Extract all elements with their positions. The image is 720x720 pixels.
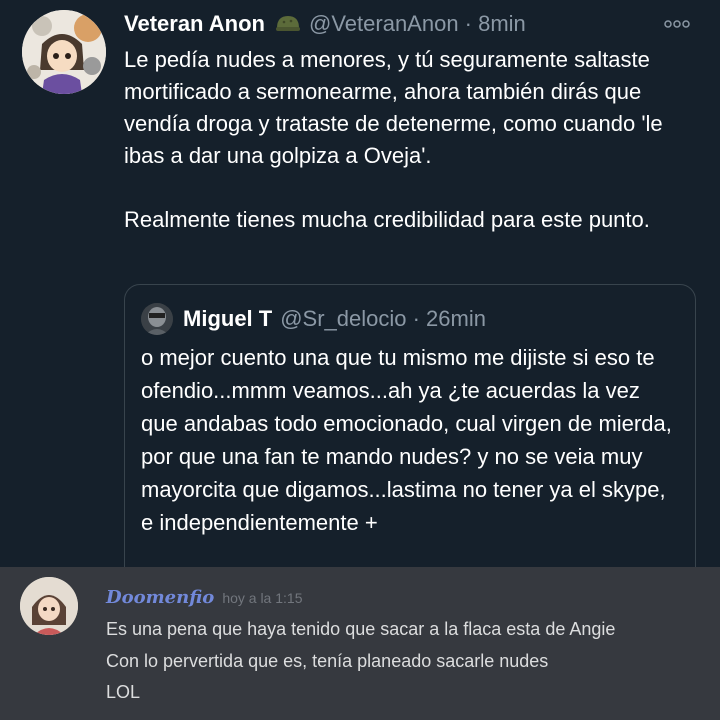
more-options-icon[interactable] [664, 12, 690, 35]
discord-message-line: Es una pena que haya tenido que sacar a … [106, 619, 616, 639]
author-avatar[interactable] [22, 10, 106, 94]
military-helmet-icon [276, 16, 300, 31]
discord-username[interactable]: Doomenfio [106, 587, 214, 608]
quoted-author-handle-time[interactable]: @Sr_delocio · 26min [280, 306, 486, 332]
quoted-tweet-text: o mejor cuento una que tu mismo me dijis… [141, 345, 672, 535]
author-handle-time[interactable]: @VeteranAnon · 8min [309, 11, 526, 37]
quoted-author-avatar[interactable] [141, 303, 173, 335]
tweet: Veteran Anon @VeteranAnon · 8min Le pedí… [0, 0, 720, 596]
discord-message-line: LOL [106, 682, 141, 702]
discord-message: Doomenfio hoy a la 1:15 Es una pena que … [0, 567, 720, 720]
discord-message-header: Doomenfio hoy a la 1:15 [106, 587, 302, 608]
discord-message-line: Con lo pervertida que es, tenía planeado… [106, 651, 549, 671]
quoted-tweet-header: Miguel T @Sr_delocio · 26min [141, 303, 486, 335]
tweet-paragraph: Le pedía nudes a menores, y tú seguramen… [124, 47, 663, 168]
discord-user-avatar[interactable] [20, 577, 78, 635]
quoted-author-name[interactable]: Miguel T [183, 306, 272, 332]
tweet-paragraph: Realmente tienes mucha credibilidad para… [124, 207, 650, 232]
author-name[interactable]: Veteran Anon [124, 11, 265, 37]
quoted-tweet[interactable]: Miguel T @Sr_delocio · 26min o mejor cue… [124, 284, 696, 596]
discord-timestamp: hoy a la 1:15 [222, 590, 303, 606]
tweet-body: Le pedía nudes a menores, y tú seguramen… [124, 44, 704, 236]
tweet-header: Veteran Anon @VeteranAnon · 8min [124, 10, 526, 38]
